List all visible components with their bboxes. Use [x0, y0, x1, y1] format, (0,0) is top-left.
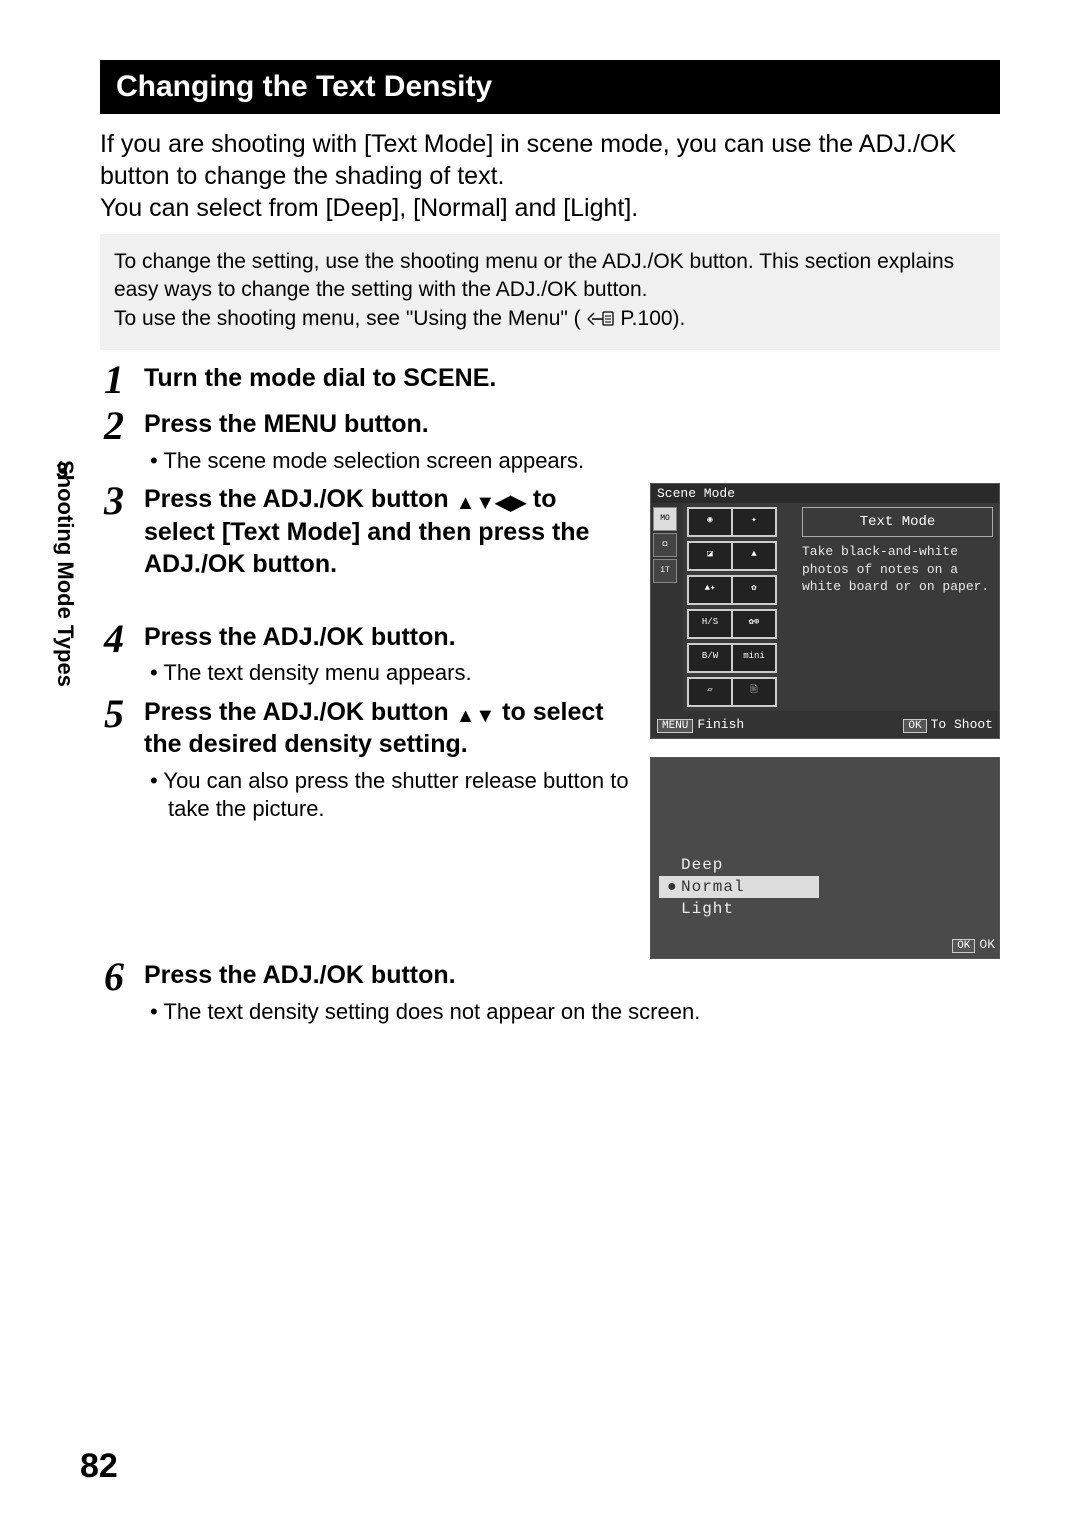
page-ref-icon	[587, 308, 615, 336]
scene-nightlandscape-icon: ▲✦	[687, 575, 733, 605]
step-heading-a: Press the ADJ./OK button	[144, 485, 456, 513]
scene-grid: ◉ ✦ ◪ ▲ ▲✦ ✿ H/S ✿⊕ B/W mini ▱ 🖹	[683, 503, 796, 711]
density-option-deep: Deep	[659, 854, 819, 876]
note-line-1: To change the setting, use the shooting …	[114, 250, 954, 301]
step-heading: Press the MENU button.	[144, 408, 1000, 441]
ok-button-label: OK	[903, 719, 926, 733]
dpad-up-down-left-right-icon: ▲▼◀▶	[456, 493, 526, 513]
intro-line-2: You can select from [Deep], [Normal] and…	[100, 194, 638, 222]
step-sub: The text density menu appears.	[168, 659, 632, 688]
option-label: Normal	[681, 878, 745, 896]
step-heading: Press the ADJ./OK button ▲▼ to select th…	[144, 696, 632, 761]
dpad-up-down-icon: ▲▼	[456, 706, 496, 726]
step-number: 3	[104, 481, 144, 521]
scene-highsens-icon: H/S	[687, 609, 733, 639]
ok-action-label: To Shoot	[931, 717, 993, 732]
footer-left: MENU Finish	[657, 717, 744, 732]
step-6: 6 Press the ADJ./OK button. The text den…	[104, 959, 1000, 1026]
note-box: To change the setting, use the shooting …	[100, 234, 1000, 350]
step-5: 5 Press the ADJ./OK button ▲▼ to select …	[104, 696, 632, 824]
note-line-2b: P.100).	[620, 307, 685, 330]
step-4: 4 Press the ADJ./OK button. The text den…	[104, 621, 632, 688]
scene-macro-icon: ✿	[731, 575, 777, 605]
step-heading: Press the ADJ./OK button.	[144, 621, 632, 654]
section-heading: Changing the Text Density	[100, 60, 1000, 114]
step-heading: Press the ADJ./OK button.	[144, 959, 1000, 992]
tab-mode: MODE	[653, 507, 677, 531]
step-heading: Turn the mode dial to SCENE.	[144, 362, 1000, 395]
selected-dot-icon: ●	[667, 878, 678, 896]
screen-title: Scene Mode	[651, 484, 999, 503]
tab-setup-icon: iT	[653, 559, 677, 583]
footer-right: OK OK	[952, 937, 995, 952]
scene-sports-icon: ✦	[731, 507, 777, 537]
screen-tabs: MODE ◘ iT	[651, 503, 683, 711]
density-menu: Deep ●Normal Light	[659, 854, 819, 920]
ok-action-label: OK	[979, 937, 995, 952]
step-number: 5	[104, 694, 144, 734]
intro-text: If you are shooting with [Text Mode] in …	[100, 128, 1000, 224]
screenshot-scene-mode: Scene Mode MODE ◘ iT ◉ ✦ ◪ ▲ ▲✦	[650, 483, 1000, 739]
screenshot-density-menu: Deep ●Normal Light OK OK	[650, 757, 1000, 959]
step-sub: The scene mode selection screen appears.	[168, 447, 1000, 476]
scene-mini-icon: mini	[731, 643, 777, 673]
page-number: 82	[80, 1447, 118, 1486]
scene-portrait-icon: ◉	[687, 507, 733, 537]
density-option-light: Light	[659, 898, 819, 920]
scene-info-desc: Take black-and-white photos of notes on …	[802, 543, 993, 596]
scene-text-icon: 🖹	[731, 677, 777, 707]
scene-night-icon: ◪	[687, 541, 733, 571]
step-number: 2	[104, 406, 144, 446]
note-line-2a: To use the shooting menu, see "Using the…	[114, 307, 581, 330]
step-heading-a: Press the ADJ./OK button	[144, 698, 456, 726]
step-heading: Press the ADJ./OK button ▲▼◀▶ to select …	[144, 483, 632, 581]
scene-info-title: Text Mode	[802, 507, 993, 537]
step-3: 3 Press the ADJ./OK button ▲▼◀▶ to selec…	[104, 483, 632, 581]
step-number: 4	[104, 619, 144, 659]
steps-list: 1 Turn the mode dial to SCENE. 2 Press t…	[104, 362, 1000, 1026]
step-2: 2 Press the MENU button. The scene mode …	[104, 408, 1000, 475]
footer-right: OK To Shoot	[903, 717, 993, 732]
scene-skew-icon: ▱	[687, 677, 733, 707]
tab-camera-icon: ◘	[653, 533, 677, 557]
intro-line-1: If you are shooting with [Text Mode] in …	[100, 130, 956, 190]
manual-page: 3 Shooting Mode Types Changing the Text …	[0, 0, 1080, 1526]
scene-zoommacro-icon: ✿⊕	[731, 609, 777, 639]
menu-button-label: MENU	[657, 719, 693, 733]
density-option-normal: ●Normal	[659, 876, 819, 898]
step-sub: You can also press the shutter release b…	[168, 767, 632, 824]
step-number: 6	[104, 957, 144, 997]
menu-action-label: Finish	[697, 717, 744, 732]
scene-landscape-icon: ▲	[731, 541, 777, 571]
ok-button-label: OK	[952, 939, 975, 953]
step-1: 1 Turn the mode dial to SCENE.	[104, 362, 1000, 400]
scene-bw-icon: B/W	[687, 643, 733, 673]
step-sub: The text density setting does not appear…	[168, 998, 1000, 1027]
sidebar-chapter-title: Shooting Mode Types	[52, 460, 78, 687]
step-number: 1	[104, 360, 144, 400]
